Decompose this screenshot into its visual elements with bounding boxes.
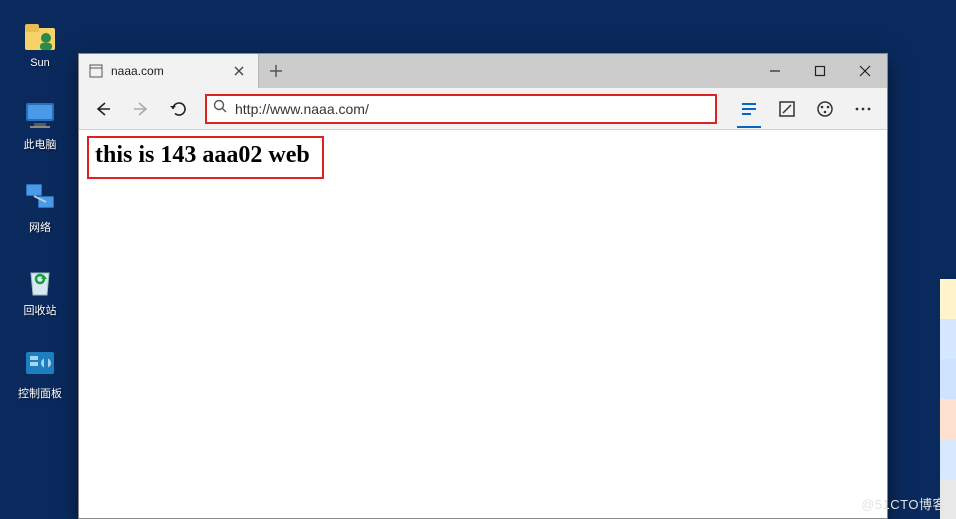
desktop-icon-label: 控制面板 <box>18 385 62 401</box>
close-window-button[interactable] <box>842 54 887 88</box>
desktop-icon-this-pc[interactable]: 此电脑 <box>10 97 70 152</box>
tab-strip: naaa.com <box>79 54 887 88</box>
page-heading: this is 143 aaa02 web <box>95 142 310 169</box>
network-icon <box>22 180 58 216</box>
address-input[interactable] <box>235 101 709 117</box>
search-icon <box>213 99 229 118</box>
new-tab-button[interactable] <box>259 54 293 88</box>
close-icon <box>859 65 871 77</box>
desktop-icon-sun[interactable]: Sun <box>10 18 70 69</box>
share-icon <box>815 99 835 119</box>
toolbar <box>79 88 887 130</box>
desktop-icon-label: 此电脑 <box>24 136 57 152</box>
maximize-icon <box>814 65 826 77</box>
watermark: @51CTO博客 <box>861 494 946 513</box>
user-folder-icon <box>22 18 58 54</box>
reading-list-icon <box>739 99 759 119</box>
address-bar[interactable] <box>205 94 717 124</box>
recycle-bin-icon <box>22 263 58 299</box>
plus-icon <box>269 64 283 78</box>
page-heading-highlight: this is 143 aaa02 web <box>87 136 324 179</box>
reading-list-button[interactable] <box>731 91 767 127</box>
desktop-icon-label: 回收站 <box>24 302 57 318</box>
minimize-icon <box>769 65 781 77</box>
close-icon <box>234 66 244 76</box>
toolbar-right <box>725 91 881 127</box>
back-button[interactable] <box>85 91 121 127</box>
share-button[interactable] <box>807 91 843 127</box>
browser-tab[interactable]: naaa.com <box>79 54 259 88</box>
more-button[interactable] <box>845 91 881 127</box>
desktop-icon-network[interactable]: 网络 <box>10 180 70 235</box>
desktop-icon-label: 网络 <box>29 219 51 235</box>
browser-window: naaa.com <box>78 53 888 519</box>
notes-button[interactable] <box>769 91 805 127</box>
computer-icon <box>22 97 58 133</box>
tab-title: naaa.com <box>111 64 220 78</box>
page-content: this is 143 aaa02 web <box>79 130 887 518</box>
page-icon <box>89 64 103 78</box>
desktop-icon-control-panel[interactable]: 控制面板 <box>10 346 70 401</box>
maximize-button[interactable] <box>797 54 842 88</box>
minimize-button[interactable] <box>752 54 797 88</box>
desktop-icon-recycle-bin[interactable]: 回收站 <box>10 263 70 318</box>
refresh-icon <box>170 100 188 118</box>
desktop-icon-label: Sun <box>30 57 50 69</box>
more-icon <box>853 99 873 119</box>
control-panel-icon <box>22 346 58 382</box>
tab-close-button[interactable] <box>228 63 250 79</box>
refresh-button[interactable] <box>161 91 197 127</box>
arrow-right-icon <box>131 99 151 119</box>
note-icon <box>778 100 796 118</box>
window-controls <box>752 54 887 88</box>
desktop-icons: Sun 此电脑 网络 <box>10 18 70 401</box>
forward-button[interactable] <box>123 91 159 127</box>
arrow-left-icon <box>93 99 113 119</box>
taskbar-peek-strip <box>940 279 956 519</box>
